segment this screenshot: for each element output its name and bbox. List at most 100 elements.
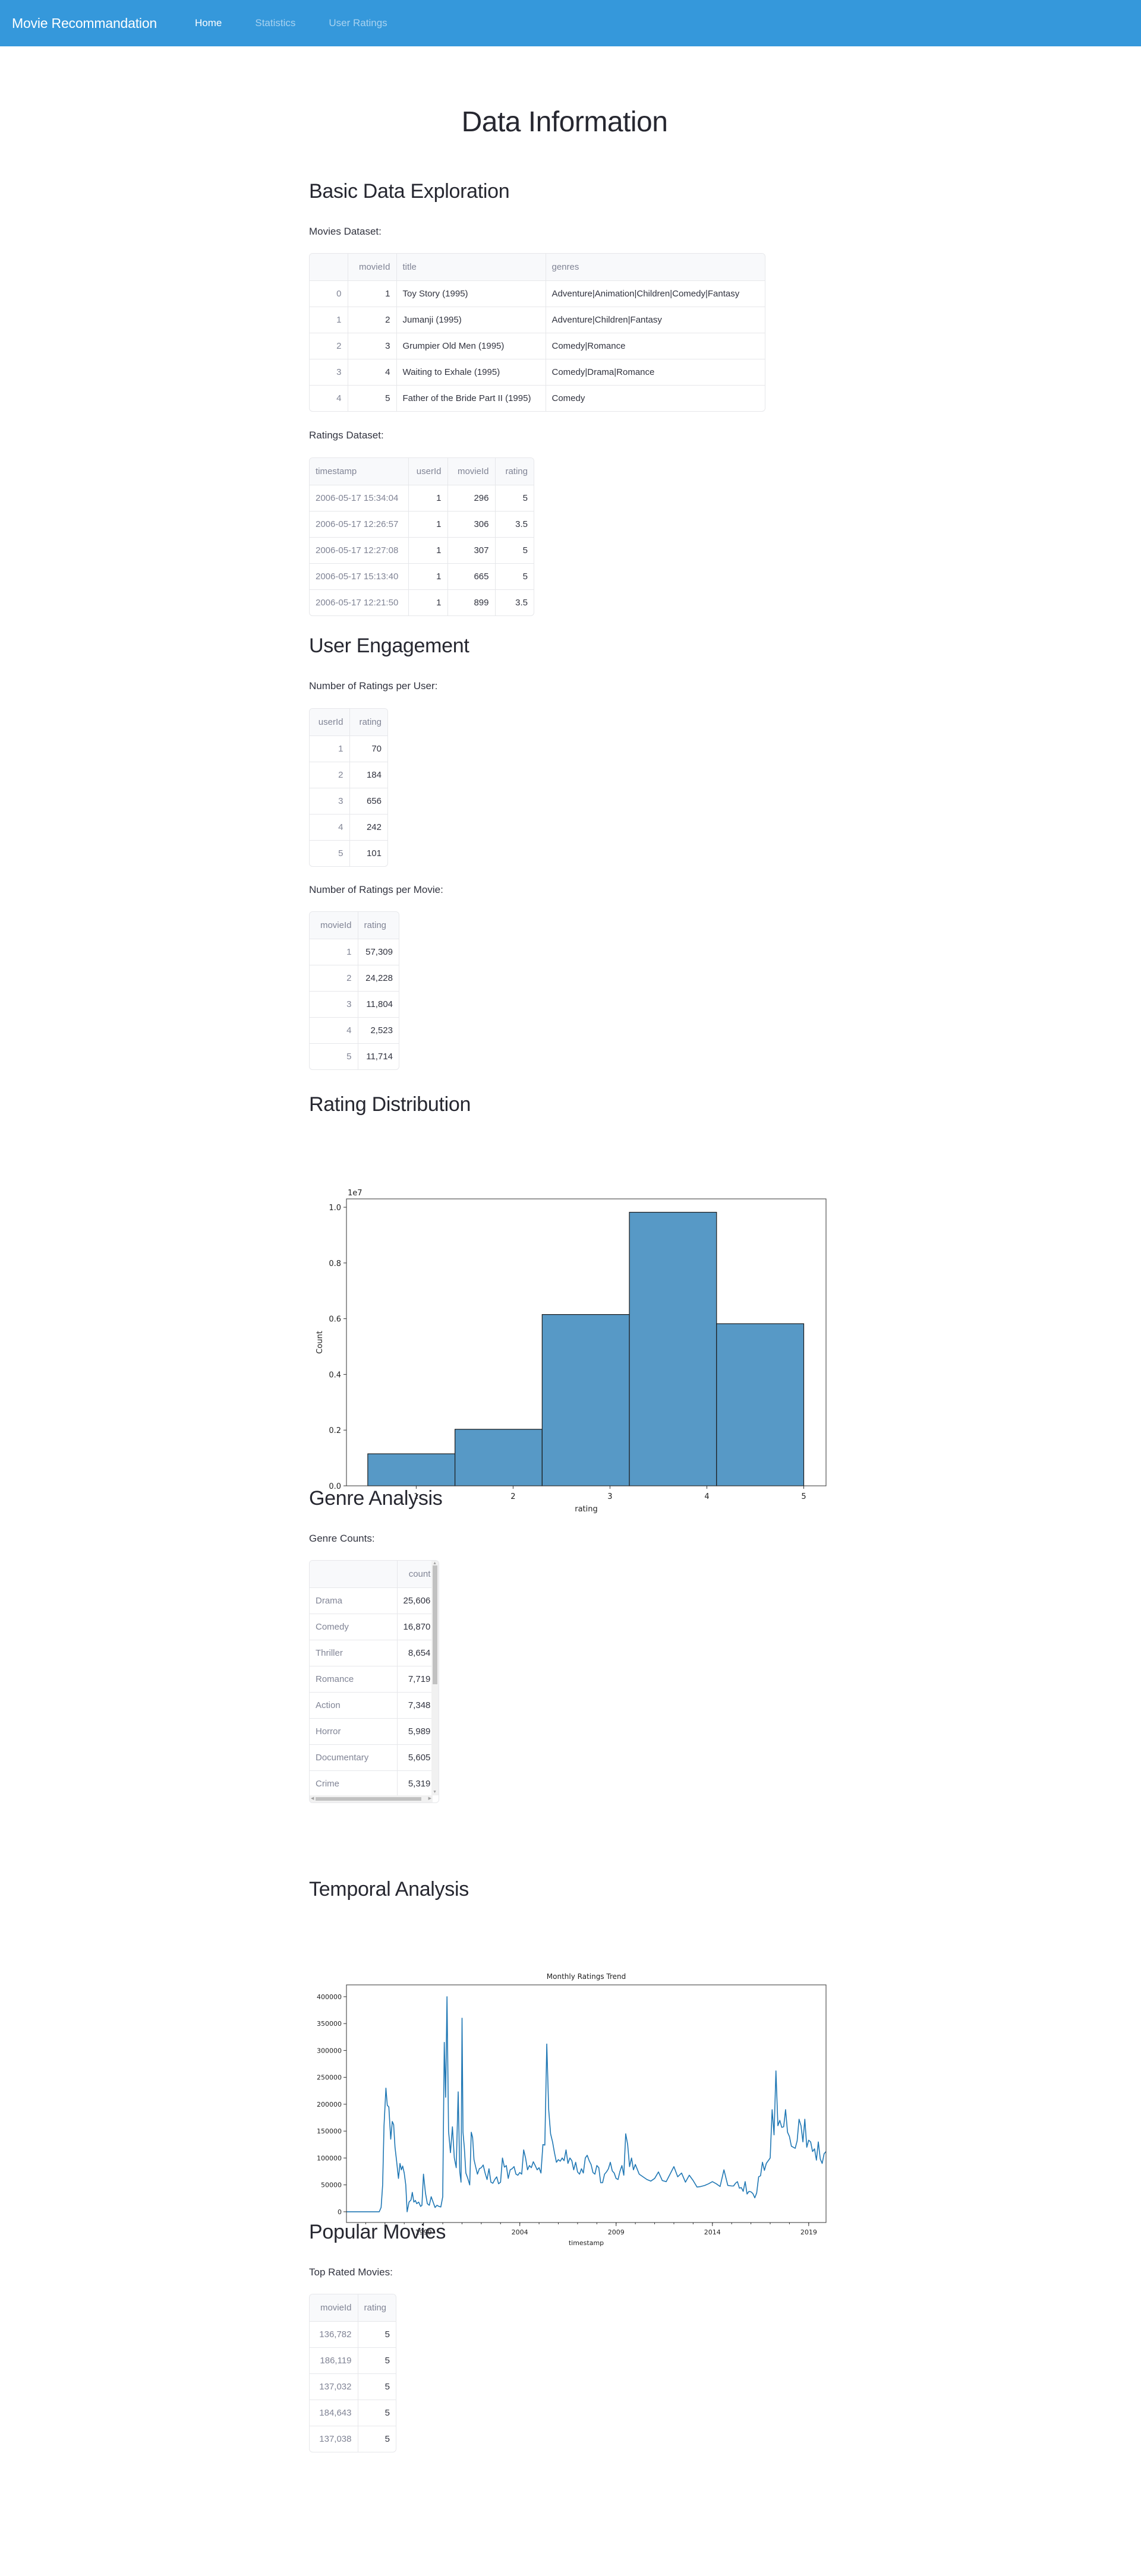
table-row[interactable]: Thriller 8,654 <box>310 1640 433 1666</box>
column-header-genres[interactable]: genres <box>546 254 765 281</box>
title-cell[interactable]: Father of the Bride Part II (1995) <box>396 385 546 411</box>
table-row[interactable]: 2 24,228 <box>310 965 399 992</box>
movieid-cell[interactable]: 3 <box>348 333 397 359</box>
table-row[interactable]: 2006-05-17 12:26:57 1 306 3.5 <box>310 511 534 538</box>
rating-count-cell[interactable]: 11,714 <box>358 1043 399 1069</box>
scroll-down-arrow-icon[interactable]: ▼ <box>433 1790 437 1795</box>
top-rated-movies-table[interactable]: movieId rating 136,782 5 186,119 5 137,032 5 1… <box>309 2294 396 2452</box>
rating-cell[interactable]: 5 <box>358 2321 396 2348</box>
rating-count-cell[interactable]: 70 <box>349 735 387 762</box>
title-cell[interactable]: Toy Story (1995) <box>396 280 546 307</box>
horizontal-scrollbar[interactable]: ◀ ▶ <box>310 1795 433 1802</box>
timestamp-cell[interactable]: 2006-05-17 15:34:04 <box>310 485 409 512</box>
userid-cell[interactable]: 1 <box>408 511 448 538</box>
rating-cell[interactable]: 5 <box>495 537 534 564</box>
genre-counts-table[interactable]: count Drama 25,606 Comedy 16,870 Thriller 8,6… <box>310 1561 439 1802</box>
genre-count-cell[interactable]: 25,606 <box>397 1587 433 1614</box>
rating-count-cell[interactable]: 656 <box>349 788 387 815</box>
movieid-cell[interactable]: 306 <box>447 511 496 538</box>
userid-cell[interactable]: 4 <box>310 814 350 841</box>
table-row[interactable]: 5 101 <box>310 840 387 866</box>
column-header-count[interactable]: count <box>397 1561 433 1588</box>
rating-cell[interactable]: 5 <box>495 485 534 512</box>
movieid-cell[interactable]: 184,643 <box>310 2400 358 2426</box>
genre-name-cell[interactable]: Drama <box>310 1587 398 1614</box>
movieid-cell[interactable]: 2 <box>348 307 397 333</box>
movieid-cell[interactable]: 307 <box>447 537 496 564</box>
rating-count-cell[interactable]: 184 <box>349 762 387 788</box>
table-row[interactable]: 4 2,523 <box>310 1017 399 1044</box>
genre-count-cell[interactable]: 7,348 <box>397 1692 433 1719</box>
table-row[interactable]: Horror 5,989 <box>310 1718 433 1745</box>
movieid-cell[interactable]: 3 <box>310 991 358 1018</box>
table-row[interactable]: 184,643 5 <box>310 2400 396 2426</box>
rating-cell[interactable]: 5 <box>358 2426 396 2452</box>
table-row[interactable]: 186,119 5 <box>310 2347 396 2374</box>
table-row[interactable]: 5 11,714 <box>310 1043 399 1069</box>
row-index-cell[interactable]: 1 <box>310 307 348 333</box>
movieid-cell[interactable]: 1 <box>310 939 358 965</box>
scroll-left-arrow-icon[interactable]: ◀ <box>311 1797 314 1801</box>
genre-name-cell[interactable]: Romance <box>310 1666 398 1693</box>
genre-name-cell[interactable]: Documentary <box>310 1744 398 1771</box>
table-row[interactable]: 2006-05-17 12:27:08 1 307 5 <box>310 537 534 564</box>
column-header-movieid[interactable]: movieId <box>447 458 496 485</box>
genres-cell[interactable]: Comedy <box>546 385 765 411</box>
genre-count-cell[interactable]: 8,654 <box>397 1640 433 1666</box>
rating-count-cell[interactable]: 24,228 <box>358 965 399 992</box>
userid-cell[interactable]: 1 <box>310 735 350 762</box>
scroll-right-arrow-icon[interactable]: ▶ <box>428 1797 431 1801</box>
rating-count-cell[interactable]: 11,804 <box>358 991 399 1018</box>
column-header-rating[interactable]: rating <box>495 458 534 485</box>
title-cell[interactable]: Jumanji (1995) <box>396 307 546 333</box>
genre-name-cell[interactable]: Action <box>310 1692 398 1719</box>
movieid-cell[interactable]: 1 <box>348 280 397 307</box>
movieid-cell[interactable]: 899 <box>447 589 496 615</box>
row-index-cell[interactable]: 2 <box>310 333 348 359</box>
genre-count-cell[interactable]: 5,319 <box>397 1770 433 1797</box>
ratings-per-movie-table[interactable]: movieId rating 1 57,309 2 24,228 3 11,804 4 2,5… <box>309 911 399 1070</box>
genres-cell[interactable]: Comedy|Romance <box>546 333 765 359</box>
table-row[interactable]: 137,032 5 <box>310 2373 396 2400</box>
genres-cell[interactable]: Adventure|Animation|Children|Comedy|Fant… <box>546 280 765 307</box>
movies-table[interactable]: movieId title genres 0 1 Toy Story (1995) A… <box>309 253 765 412</box>
ratings-per-user-table[interactable]: userId rating 1 70 2 184 3 656 4 242 5 101 <box>309 708 388 867</box>
rating-cell[interactable]: 5 <box>495 563 534 590</box>
movieid-cell[interactable]: 665 <box>447 563 496 590</box>
userid-cell[interactable]: 2 <box>310 762 350 788</box>
table-row[interactable]: 4 242 <box>310 814 387 841</box>
genre-name-cell[interactable]: Thriller <box>310 1640 398 1666</box>
row-index-cell[interactable]: 4 <box>310 385 348 411</box>
movieid-cell[interactable]: 4 <box>348 359 397 386</box>
movieid-cell[interactable]: 296 <box>447 485 496 512</box>
column-header-movieid[interactable]: movieId <box>310 2294 358 2322</box>
column-header-timestamp[interactable]: timestamp <box>310 458 409 485</box>
nav-link-user-ratings[interactable]: User Ratings <box>329 17 387 29</box>
table-row[interactable]: Crime 5,319 <box>310 1770 433 1797</box>
genre-count-cell[interactable]: 16,870 <box>397 1614 433 1640</box>
vertical-scrollbar[interactable]: ▲ ▼ <box>431 1561 439 1795</box>
genre-count-cell[interactable]: 5,605 <box>397 1744 433 1771</box>
column-header-rating[interactable]: rating <box>358 912 399 939</box>
genre-counts-table-container[interactable]: count Drama 25,606 Comedy 16,870 Thriller 8,6… <box>309 1560 439 1803</box>
table-row[interactable]: 137,038 5 <box>310 2426 396 2452</box>
nav-link-statistics[interactable]: Statistics <box>255 17 295 29</box>
horizontal-scroll-thumb[interactable] <box>316 1797 421 1801</box>
userid-cell[interactable]: 1 <box>408 485 448 512</box>
rating-cell[interactable]: 5 <box>358 2347 396 2374</box>
row-index-cell[interactable]: 3 <box>310 359 348 386</box>
movieid-cell[interactable]: 5 <box>348 385 397 411</box>
table-row[interactable]: 4 5 Father of the Bride Part II (1995) Come… <box>310 385 765 411</box>
genres-cell[interactable]: Adventure|Children|Fantasy <box>546 307 765 333</box>
column-header-title[interactable]: title <box>396 254 546 281</box>
genre-name-cell[interactable]: Horror <box>310 1718 398 1745</box>
brand-title[interactable]: Movie Recommandation <box>12 15 157 31</box>
title-cell[interactable]: Waiting to Exhale (1995) <box>396 359 546 386</box>
timestamp-cell[interactable]: 2006-05-17 12:21:50 <box>310 589 409 615</box>
table-row[interactable]: Comedy 16,870 <box>310 1614 433 1640</box>
table-row[interactable]: 2006-05-17 12:21:50 1 899 3.5 <box>310 589 534 615</box>
movieid-cell[interactable]: 186,119 <box>310 2347 358 2374</box>
timestamp-cell[interactable]: 2006-05-17 12:26:57 <box>310 511 409 538</box>
table-row[interactable]: 3 4 Waiting to Exhale (1995) Comedy|Drama|R… <box>310 359 765 386</box>
ratings-table[interactable]: timestamp userId movieId rating 2006-05-… <box>309 457 534 616</box>
